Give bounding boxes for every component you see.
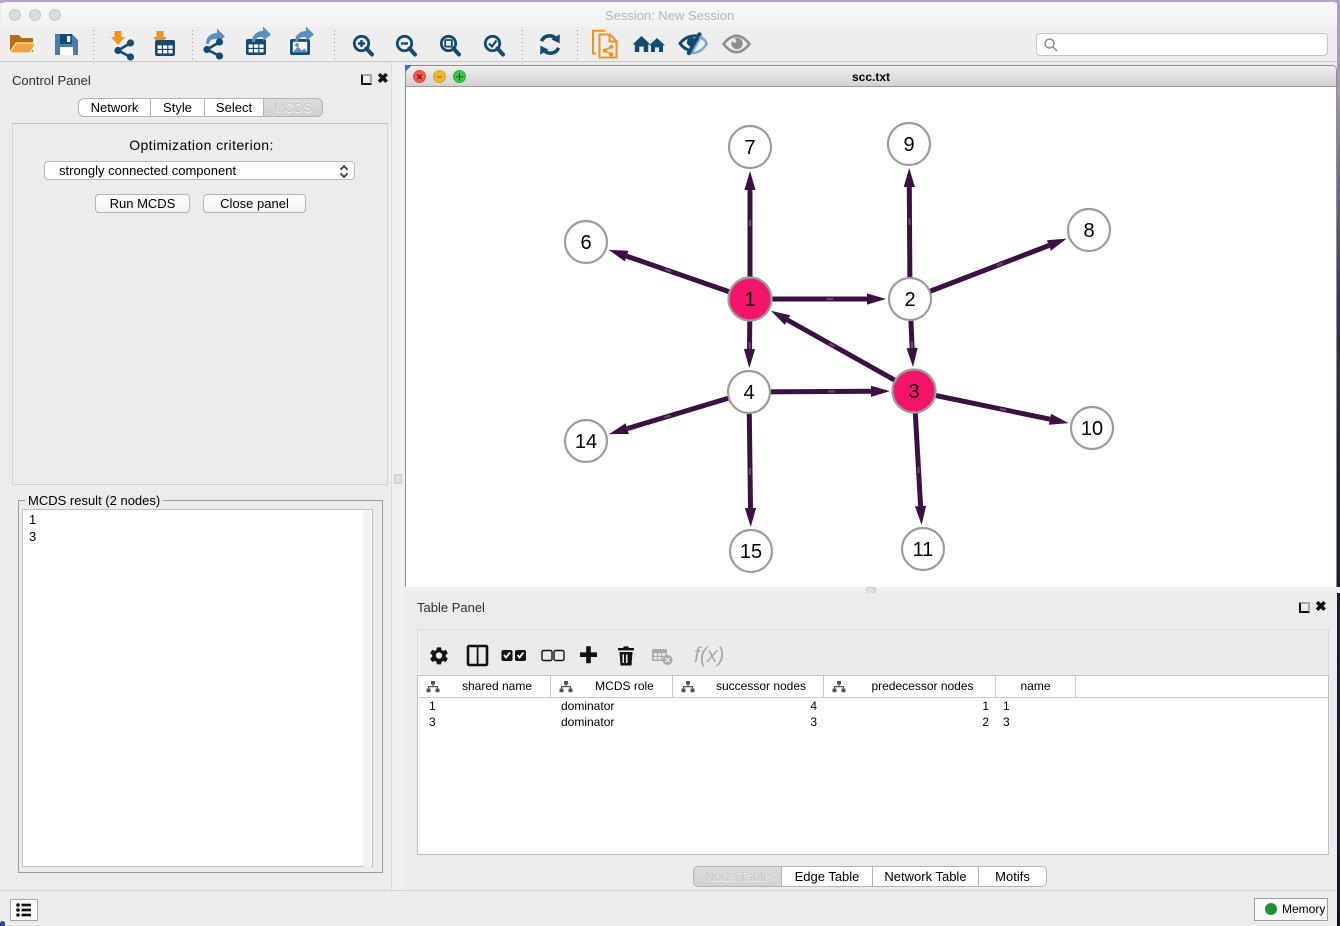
svg-text:1: 1 [744,289,755,311]
svg-text:11: 11 [913,539,934,561]
svg-text:7: 7 [744,137,755,159]
svg-text:2: 2 [904,289,915,311]
svg-text:4: 4 [743,382,754,404]
svg-text:9: 9 [903,134,914,156]
svg-text:3: 3 [908,381,919,403]
svg-text:14: 14 [575,431,597,453]
svg-text:6: 6 [580,232,591,254]
svg-text:10: 10 [1081,418,1103,440]
svg-text:8: 8 [1083,220,1094,242]
svg-text:f(x): f(x) [694,644,724,667]
svg-text:15: 15 [740,541,762,563]
